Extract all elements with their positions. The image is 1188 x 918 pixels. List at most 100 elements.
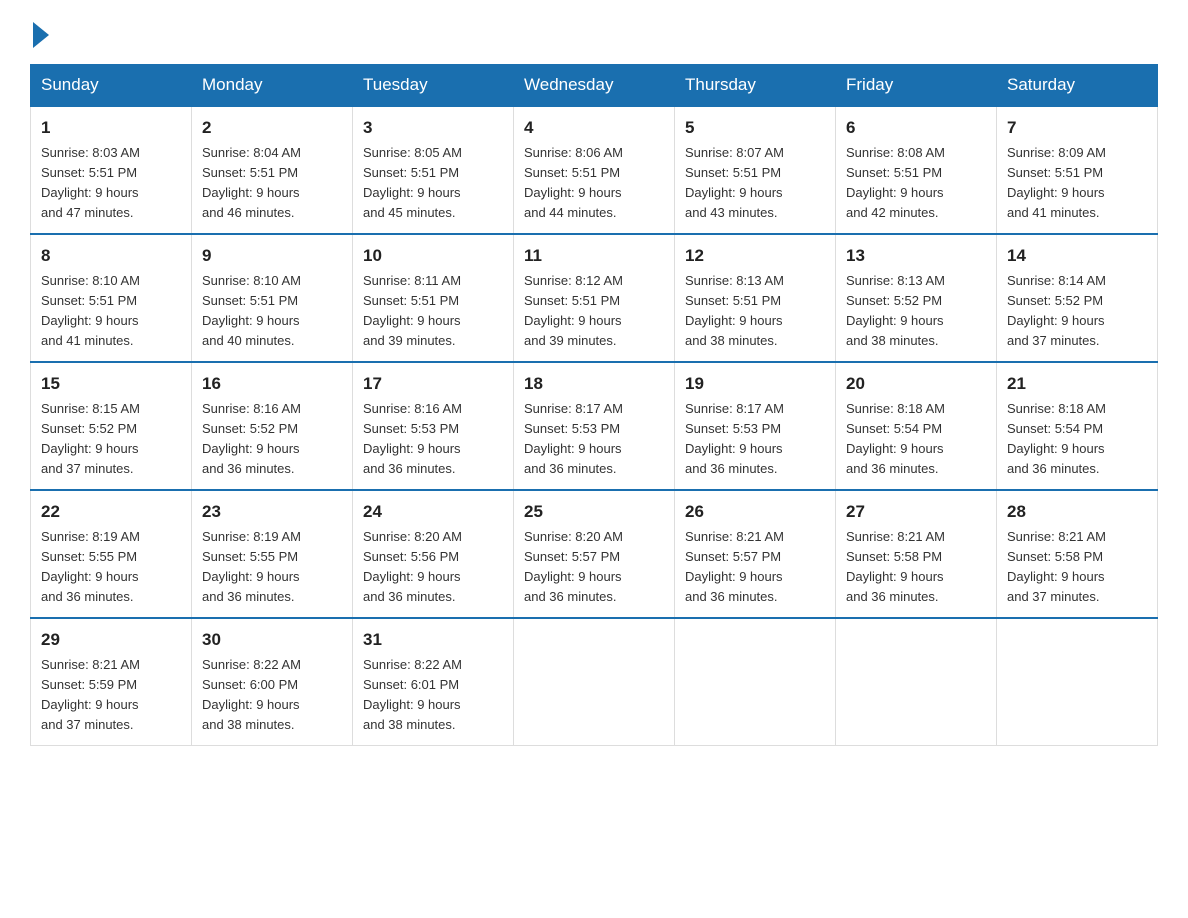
table-row: 16Sunrise: 8:16 AMSunset: 5:52 PMDayligh… [192,362,353,490]
table-row: 20Sunrise: 8:18 AMSunset: 5:54 PMDayligh… [836,362,997,490]
page-header [30,20,1158,44]
day-info: Sunrise: 8:20 AMSunset: 5:56 PMDaylight:… [363,527,503,608]
day-info: Sunrise: 8:03 AMSunset: 5:51 PMDaylight:… [41,143,181,224]
day-number: 7 [1007,115,1147,141]
day-number: 29 [41,627,181,653]
day-number: 30 [202,627,342,653]
day-number: 18 [524,371,664,397]
day-info: Sunrise: 8:22 AMSunset: 6:00 PMDaylight:… [202,655,342,736]
day-info: Sunrise: 8:07 AMSunset: 5:51 PMDaylight:… [685,143,825,224]
table-row: 9Sunrise: 8:10 AMSunset: 5:51 PMDaylight… [192,234,353,362]
table-row: 23Sunrise: 8:19 AMSunset: 5:55 PMDayligh… [192,490,353,618]
day-number: 10 [363,243,503,269]
table-row: 21Sunrise: 8:18 AMSunset: 5:54 PMDayligh… [997,362,1158,490]
table-row: 7Sunrise: 8:09 AMSunset: 5:51 PMDaylight… [997,106,1158,234]
day-number: 11 [524,243,664,269]
table-row: 17Sunrise: 8:16 AMSunset: 5:53 PMDayligh… [353,362,514,490]
table-row: 19Sunrise: 8:17 AMSunset: 5:53 PMDayligh… [675,362,836,490]
table-row [997,618,1158,746]
day-info: Sunrise: 8:18 AMSunset: 5:54 PMDaylight:… [846,399,986,480]
day-number: 21 [1007,371,1147,397]
day-info: Sunrise: 8:11 AMSunset: 5:51 PMDaylight:… [363,271,503,352]
day-number: 13 [846,243,986,269]
table-row: 30Sunrise: 8:22 AMSunset: 6:00 PMDayligh… [192,618,353,746]
day-number: 31 [363,627,503,653]
day-number: 8 [41,243,181,269]
day-number: 2 [202,115,342,141]
col-wednesday: Wednesday [514,65,675,107]
col-monday: Monday [192,65,353,107]
day-number: 23 [202,499,342,525]
day-number: 16 [202,371,342,397]
table-row: 10Sunrise: 8:11 AMSunset: 5:51 PMDayligh… [353,234,514,362]
calendar-week-row: 8Sunrise: 8:10 AMSunset: 5:51 PMDaylight… [31,234,1158,362]
day-info: Sunrise: 8:17 AMSunset: 5:53 PMDaylight:… [524,399,664,480]
table-row: 29Sunrise: 8:21 AMSunset: 5:59 PMDayligh… [31,618,192,746]
calendar-header-row: Sunday Monday Tuesday Wednesday Thursday… [31,65,1158,107]
day-info: Sunrise: 8:05 AMSunset: 5:51 PMDaylight:… [363,143,503,224]
calendar-week-row: 15Sunrise: 8:15 AMSunset: 5:52 PMDayligh… [31,362,1158,490]
logo-arrow-icon [33,22,49,48]
day-number: 24 [363,499,503,525]
day-number: 1 [41,115,181,141]
table-row: 11Sunrise: 8:12 AMSunset: 5:51 PMDayligh… [514,234,675,362]
table-row: 4Sunrise: 8:06 AMSunset: 5:51 PMDaylight… [514,106,675,234]
day-info: Sunrise: 8:04 AMSunset: 5:51 PMDaylight:… [202,143,342,224]
day-number: 22 [41,499,181,525]
day-info: Sunrise: 8:13 AMSunset: 5:51 PMDaylight:… [685,271,825,352]
day-info: Sunrise: 8:18 AMSunset: 5:54 PMDaylight:… [1007,399,1147,480]
calendar-week-row: 22Sunrise: 8:19 AMSunset: 5:55 PMDayligh… [31,490,1158,618]
table-row: 8Sunrise: 8:10 AMSunset: 5:51 PMDaylight… [31,234,192,362]
day-info: Sunrise: 8:10 AMSunset: 5:51 PMDaylight:… [202,271,342,352]
day-info: Sunrise: 8:14 AMSunset: 5:52 PMDaylight:… [1007,271,1147,352]
table-row: 28Sunrise: 8:21 AMSunset: 5:58 PMDayligh… [997,490,1158,618]
day-info: Sunrise: 8:10 AMSunset: 5:51 PMDaylight:… [41,271,181,352]
table-row: 27Sunrise: 8:21 AMSunset: 5:58 PMDayligh… [836,490,997,618]
table-row: 12Sunrise: 8:13 AMSunset: 5:51 PMDayligh… [675,234,836,362]
calendar-table: Sunday Monday Tuesday Wednesday Thursday… [30,64,1158,746]
day-number: 25 [524,499,664,525]
logo [30,20,49,44]
day-number: 28 [1007,499,1147,525]
col-sunday: Sunday [31,65,192,107]
day-info: Sunrise: 8:09 AMSunset: 5:51 PMDaylight:… [1007,143,1147,224]
table-row: 24Sunrise: 8:20 AMSunset: 5:56 PMDayligh… [353,490,514,618]
table-row [514,618,675,746]
day-number: 15 [41,371,181,397]
day-number: 4 [524,115,664,141]
table-row: 13Sunrise: 8:13 AMSunset: 5:52 PMDayligh… [836,234,997,362]
day-info: Sunrise: 8:08 AMSunset: 5:51 PMDaylight:… [846,143,986,224]
day-info: Sunrise: 8:06 AMSunset: 5:51 PMDaylight:… [524,143,664,224]
col-saturday: Saturday [997,65,1158,107]
calendar-week-row: 29Sunrise: 8:21 AMSunset: 5:59 PMDayligh… [31,618,1158,746]
table-row: 15Sunrise: 8:15 AMSunset: 5:52 PMDayligh… [31,362,192,490]
table-row: 25Sunrise: 8:20 AMSunset: 5:57 PMDayligh… [514,490,675,618]
day-number: 20 [846,371,986,397]
table-row: 18Sunrise: 8:17 AMSunset: 5:53 PMDayligh… [514,362,675,490]
table-row: 5Sunrise: 8:07 AMSunset: 5:51 PMDaylight… [675,106,836,234]
day-number: 27 [846,499,986,525]
table-row: 26Sunrise: 8:21 AMSunset: 5:57 PMDayligh… [675,490,836,618]
day-number: 9 [202,243,342,269]
day-info: Sunrise: 8:16 AMSunset: 5:52 PMDaylight:… [202,399,342,480]
day-info: Sunrise: 8:20 AMSunset: 5:57 PMDaylight:… [524,527,664,608]
day-info: Sunrise: 8:21 AMSunset: 5:59 PMDaylight:… [41,655,181,736]
table-row: 2Sunrise: 8:04 AMSunset: 5:51 PMDaylight… [192,106,353,234]
day-number: 19 [685,371,825,397]
day-info: Sunrise: 8:19 AMSunset: 5:55 PMDaylight:… [41,527,181,608]
day-info: Sunrise: 8:13 AMSunset: 5:52 PMDaylight:… [846,271,986,352]
table-row [675,618,836,746]
col-thursday: Thursday [675,65,836,107]
day-number: 14 [1007,243,1147,269]
day-info: Sunrise: 8:17 AMSunset: 5:53 PMDaylight:… [685,399,825,480]
day-info: Sunrise: 8:12 AMSunset: 5:51 PMDaylight:… [524,271,664,352]
table-row: 22Sunrise: 8:19 AMSunset: 5:55 PMDayligh… [31,490,192,618]
day-number: 12 [685,243,825,269]
col-tuesday: Tuesday [353,65,514,107]
calendar-week-row: 1Sunrise: 8:03 AMSunset: 5:51 PMDaylight… [31,106,1158,234]
table-row: 14Sunrise: 8:14 AMSunset: 5:52 PMDayligh… [997,234,1158,362]
day-number: 6 [846,115,986,141]
day-info: Sunrise: 8:19 AMSunset: 5:55 PMDaylight:… [202,527,342,608]
col-friday: Friday [836,65,997,107]
day-number: 5 [685,115,825,141]
